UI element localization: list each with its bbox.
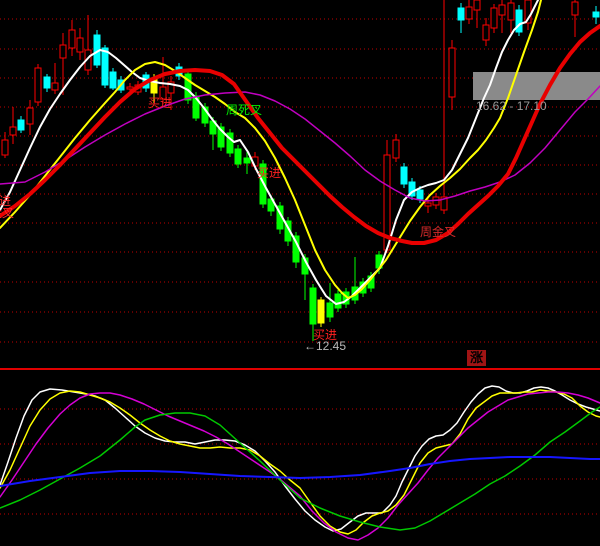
- candle-body: [60, 45, 66, 58]
- signal-label-buy-2: 买进: [257, 167, 281, 179]
- candle-body: [593, 12, 599, 17]
- osc-green-line: [0, 407, 600, 530]
- price-range-label: 16.62 - 17.10: [476, 100, 547, 112]
- candle-body: [102, 48, 108, 85]
- candle-body: [572, 2, 578, 15]
- candle-body: [417, 190, 423, 199]
- candle-body: [44, 77, 50, 88]
- candle-body: [458, 8, 464, 20]
- candle-body: [27, 108, 33, 124]
- chart-canvas[interactable]: [0, 0, 600, 546]
- candle-body: [516, 10, 522, 32]
- candle-body: [35, 68, 41, 102]
- signal-label-left-golden-cross: 金叉: [0, 207, 14, 219]
- rise-badge: 涨: [467, 350, 486, 366]
- candle-body: [2, 140, 8, 155]
- candle-body: [449, 48, 455, 97]
- candle-body: [474, 0, 480, 10]
- candle-body: [466, 7, 472, 19]
- candle-body: [327, 303, 333, 317]
- candle-body: [69, 30, 75, 48]
- candle-body: [499, 5, 505, 15]
- osc-white-line: [0, 386, 600, 531]
- candle-body: [235, 149, 241, 164]
- candle-body: [491, 8, 497, 28]
- candle-body: [10, 127, 16, 135]
- candle-body: [508, 3, 514, 20]
- candle-body: [483, 25, 489, 40]
- candle-body: [52, 83, 58, 90]
- signal-label-weekly-death-cross: 周死叉: [226, 104, 262, 116]
- candle-body: [77, 38, 83, 52]
- candle-body: [244, 158, 250, 163]
- candle-body: [401, 167, 407, 184]
- candle-body: [310, 288, 316, 324]
- osc-magenta-line: [0, 392, 600, 540]
- candle-body: [425, 203, 431, 206]
- stock-chart-window: 买进 金叉 买进 周死叉 买进 买进 ←12.45 周金叉 16.62 - 17…: [0, 0, 600, 546]
- candle-body: [18, 120, 24, 130]
- candle-body: [110, 72, 116, 88]
- signal-label-weekly-golden-cross: 周金叉: [420, 226, 456, 238]
- candle-body: [318, 300, 324, 323]
- low-price-callout: ←12.45: [304, 340, 346, 352]
- candle-body: [335, 294, 341, 308]
- candle-body: [127, 87, 133, 89]
- signal-label-buy-1: 买进: [148, 97, 172, 109]
- candle-body: [393, 140, 399, 158]
